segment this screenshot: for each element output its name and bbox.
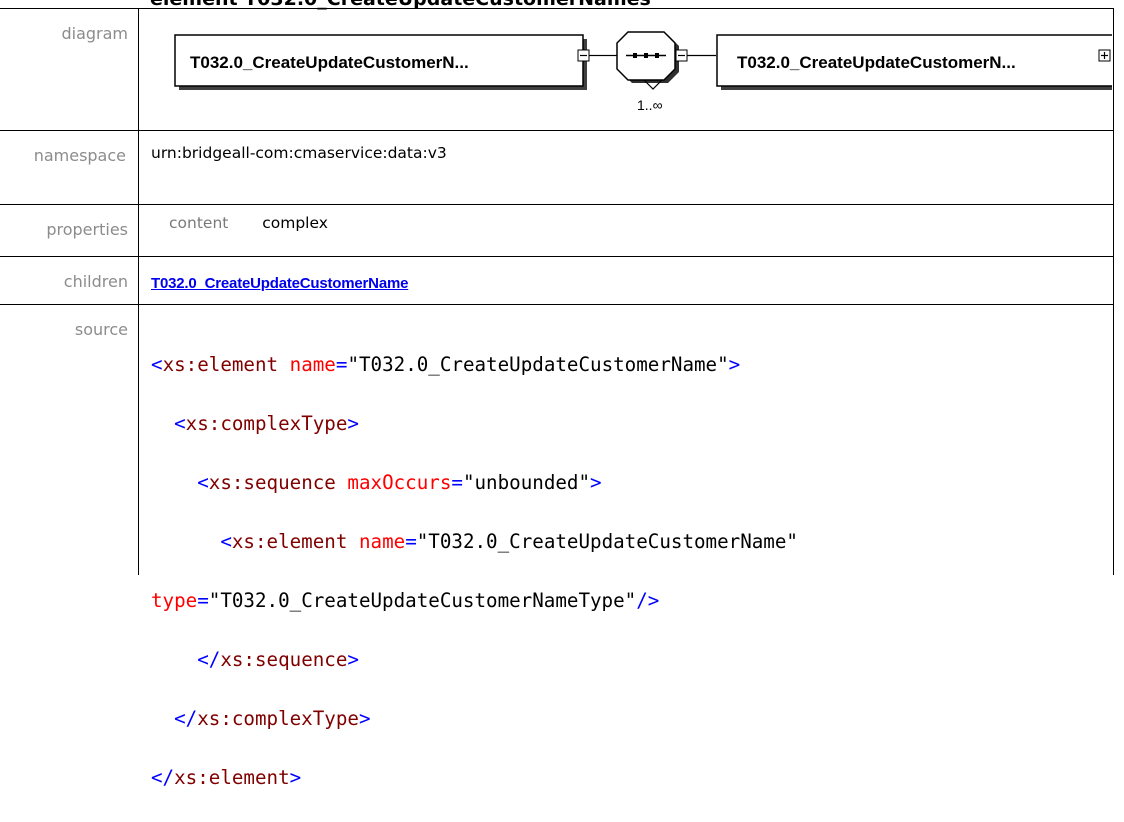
children-label: children (63, 272, 128, 291)
sequence-compositor-icon[interactable] (605, 31, 679, 90)
children-row: children T032.0_CreateUpdateCustomerName (0, 257, 1124, 304)
properties-value: content complex (139, 205, 328, 232)
source-line-3: <xs:sequence maxOccurs="unbounded"> (197, 470, 602, 494)
properties-row: properties content complex (0, 205, 1124, 256)
element-box-right-label: T032.0_CreateUpdateCustomerN... (737, 53, 1016, 72)
diagram-label: diagram (61, 24, 128, 43)
element-box-right[interactable]: T032.0_CreateUpdateCustomerN... (716, 34, 1112, 90)
diagram-row: diagram T032.0_CreateUpdateCustomerN... … (0, 9, 1124, 130)
collapse-icon[interactable] (675, 49, 688, 62)
element-box-left-label: T032.0_CreateUpdateCustomerN... (190, 53, 469, 72)
element-box-left[interactable]: T032.0_CreateUpdateCustomerN... (174, 34, 587, 90)
source-line-4: <xs:element name="T032.0_CreateUpdateCus… (220, 529, 798, 553)
children-value: T032.0_CreateUpdateCustomerName (139, 257, 408, 292)
source-line-8: </xs:element> (151, 765, 302, 789)
source-line-7: </xs:complexType> (174, 706, 371, 730)
collapse-icon[interactable] (577, 49, 590, 62)
source-line-2: <xs:complexType> (174, 411, 359, 435)
source-line-6: </xs:sequence> (197, 647, 359, 671)
namespace-label: namespace (33, 146, 126, 165)
child-element-link[interactable]: T032.0_CreateUpdateCustomerName (151, 275, 408, 292)
schema-diagram: T032.0_CreateUpdateCustomerN... 1..∞ T03… (174, 31, 1112, 113)
expand-icon[interactable] (1098, 49, 1111, 62)
namespace-row: namespace urn:bridgeall-com:cmaservice:d… (0, 131, 1124, 204)
property-value: complex (262, 214, 328, 232)
source-label: source (74, 320, 128, 339)
property-key: content (169, 214, 229, 232)
source-line-5: type="T032.0_CreateUpdateCustomerNameTyp… (151, 588, 660, 612)
namespace-value: urn:bridgeall-com:cmaservice:data:v3 (151, 144, 447, 162)
source-code: <xs:element name="T032.0_CreateUpdateCus… (151, 320, 798, 822)
source-line-1: <xs:element name="T032.0_CreateUpdateCus… (151, 352, 741, 376)
occurrence-label: 1..∞ (637, 97, 663, 113)
properties-label: properties (46, 220, 128, 239)
